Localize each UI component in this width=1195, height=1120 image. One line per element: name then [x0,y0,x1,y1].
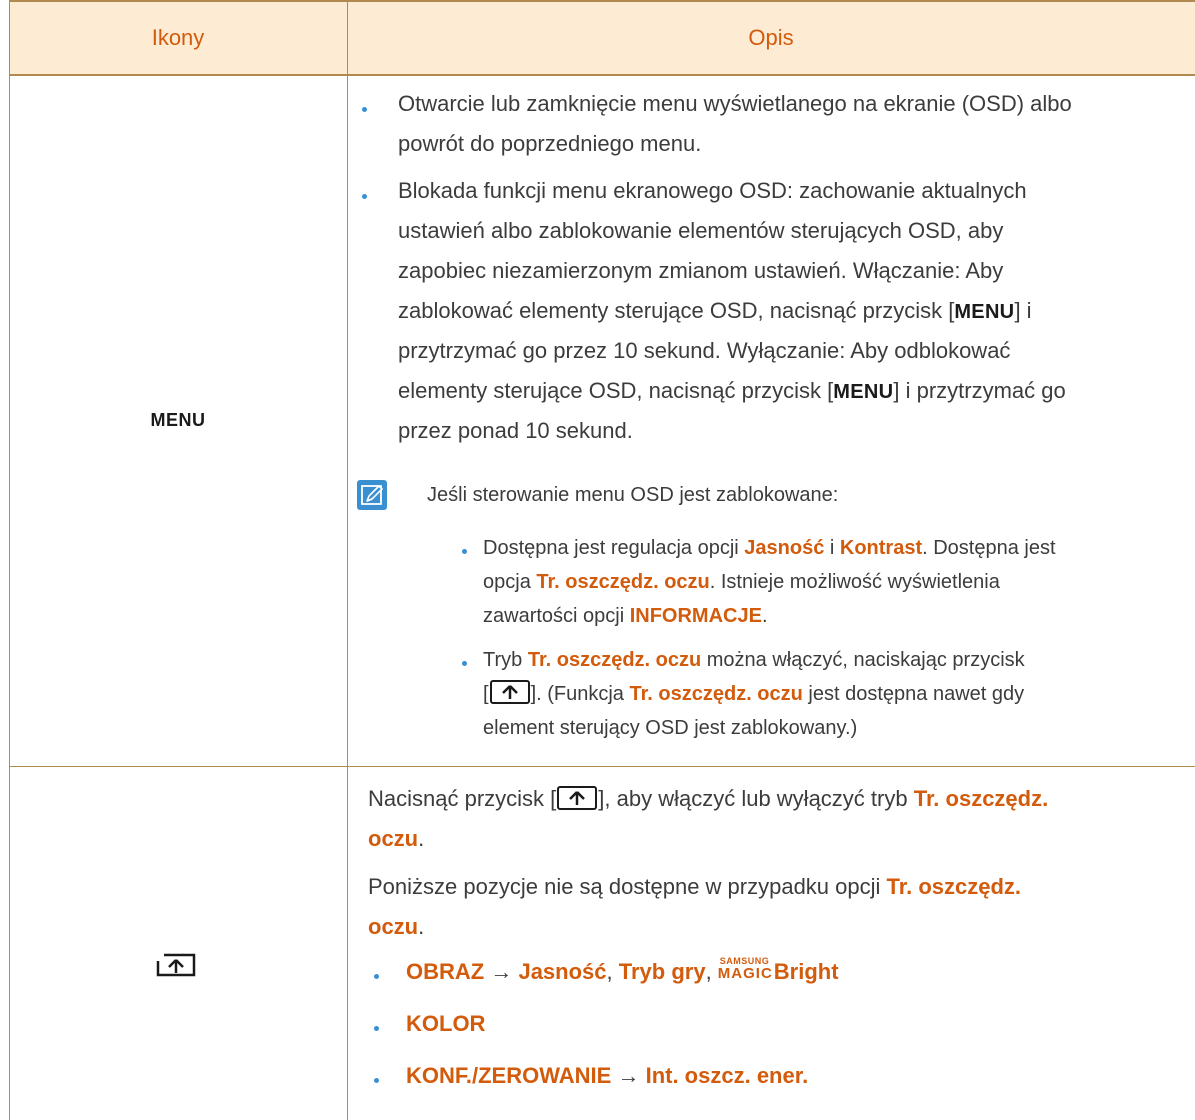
text-part: . [761,605,768,627]
text-part: ]. (Funkcja [530,683,630,705]
option-magic-bright: Bright [773,959,839,984]
table: Ikony Opis MENU Otwarcie lub zamknięcie … [9,0,1195,1120]
text-part: ] i przytrzymać go [893,378,1066,403]
lock-desc-line: Blokada funkcji menu ekranowego OSD: zac… [398,178,1027,203]
lock-desc-line: elementy sterujące OSD, nacisnąć przycis… [398,371,1066,412]
note-line: zawartości opcji INFORMACJE. [483,600,768,632]
menu-key-label: MENU [150,410,206,430]
eye-saver-desc-line: oczu. [368,819,424,859]
bullet-dot [374,1078,379,1083]
text-part: ], aby włączyć lub wyłączyć tryb [598,786,914,811]
separator: , [606,959,619,984]
column-divider [347,2,348,1120]
text-part: . Istnieje możliwość wyświetlenia [709,571,1000,593]
bullet-dot [462,661,467,666]
text-part: Dostępna jest regulacja opcji [483,537,745,559]
text-part: Tryb [483,649,528,671]
menu-key-inline: MENU [954,301,1015,323]
unavailable-item: OBRAZ → Jasność, Tryb gry, SAMSUNG MAGIC B… [406,952,839,992]
lock-desc-line: przez ponad 10 sekund. [398,418,633,443]
separator: , [705,959,718,984]
text-part: zawartości opcji [483,605,630,627]
logo-magic: MAGIC [717,965,773,982]
menu-kolor: KOLOR [406,1011,486,1036]
header-rule [9,74,1195,76]
menu-desc-line: powrót do poprzedniego menu. [398,131,702,156]
arrow: → [484,959,519,984]
text-part: elementy sterujące OSD, nacisnąć przycis… [398,378,834,403]
note-line: Dostępna jest regulacja opcji Jasność i … [483,532,1056,564]
eye-saver-desc-line: oczu. [368,907,424,947]
table-header: Ikony Opis [9,2,1195,74]
eye-saver-button-icon [489,680,530,714]
menu-obraz: OBRAZ [406,959,485,984]
option-eye-saver: Tr. oszczędz. [886,874,1022,899]
option-eye-saver: oczu [368,826,419,851]
lock-desc-line: ustawień albo zablokowanie elementów ste… [398,218,1004,243]
bullet-dot [374,974,379,979]
option-kontrast: Kontrast [839,537,923,559]
note-line: Tryb Tr. oszczędz. oczu można włączyć, n… [483,644,1025,676]
text-part: Poniższe pozycje nie są dostępne w przyp… [368,874,887,899]
menu-desc-line: Otwarcie lub zamknięcie menu wyświetlane… [398,91,1072,116]
lock-desc-line: zablokować elementy sterujące OSD, nacis… [398,291,1032,332]
option-eye-saver: Tr. oszczędz. oczu [629,683,803,705]
lock-desc-line: przytrzymać go przez 10 sekund. Wyłączan… [398,338,1011,363]
menu-key-inline: MENU [833,381,894,403]
text-part: można włączyć, naciskając przycisk [701,649,1025,671]
eye-saver-desc-line: Poniższe pozycje nie są dostępne w przyp… [368,867,1021,907]
text-part: . Dostępna jest [922,537,1056,559]
arrow: → [611,1063,646,1088]
header-icons: Ikony [151,25,205,50]
note-icon [357,480,387,515]
note-line: opcja Tr. oszczędz. oczu. Istnieje możli… [483,566,1000,598]
header-description: Opis [748,25,794,50]
samsung-magic-logo: SAMSUNG MAGIC [717,957,774,982]
option-jasnosc: Jasność [518,959,607,984]
text-part: zablokować elementy sterujące OSD, nacis… [398,298,955,323]
eye-saver-icon [156,953,196,982]
unavailable-item: KONF./ZEROWANIE → Int. oszcz. ener. [406,1056,808,1096]
unavailable-item: KOLOR [406,1004,485,1044]
text-part: [ [483,683,489,705]
text-part: opcja [483,571,537,593]
text-part: Nacisnąć przycisk [ [368,786,557,811]
bullet-dot [462,549,467,554]
option-eye-saver: Tr. oszczędz. oczu [527,649,702,671]
option-eye-saver: oczu [368,914,419,939]
option-int-oszcz-ener: Int. oszcz. ener. [645,1063,809,1088]
menu-konf-zerowanie: KONF./ZEROWANIE [406,1063,612,1088]
option-eye-saver: Tr. oszczędz. oczu [536,571,710,593]
bullet-dot [362,194,367,199]
bullet-dot [374,1026,379,1031]
text-part: . [418,914,425,939]
left-border [9,0,10,1120]
bullet-dot [362,107,367,112]
eye-saver-desc-line: Nacisnąć przycisk [ ], aby włączyć lub wy… [368,779,1048,823]
lock-desc-line: zapobiec niezamierzonym zmianom ustawień… [398,258,1004,283]
option-tryb-gry: Tryb gry [618,959,706,984]
text-part: . [418,826,425,851]
text-part: i [824,537,840,559]
option-informacje: INFORMACJE [629,605,762,627]
eye-saver-button-icon [557,783,598,823]
note-line: [ ]. (Funkcja Tr. oszczędz. oczu jest dos… [483,678,1024,714]
row-divider [9,766,1195,767]
note-intro: Jeśli sterowanie menu OSD jest zablokowa… [427,484,839,506]
option-eye-saver: Tr. oszczędz. [913,786,1049,811]
text-part: ] i [1014,298,1032,323]
note-line: element sterujący OSD jest zablokowany.) [483,717,858,739]
option-jasnosc: Jasność [744,537,825,559]
text-part: jest dostępna nawet gdy [802,683,1025,705]
